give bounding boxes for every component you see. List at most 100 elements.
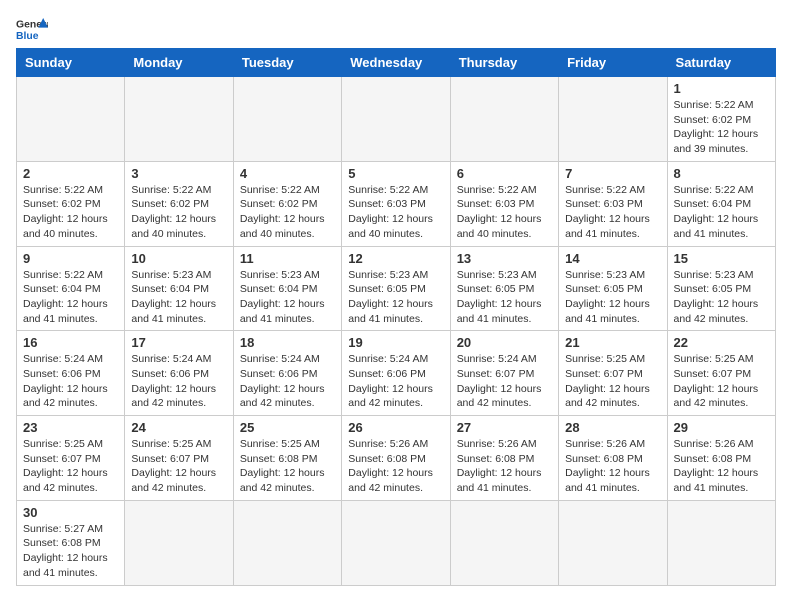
header-sunday: Sunday [17,49,125,77]
day-cell: 19 Sunrise: 5:24 AM Sunset: 6:06 PM Dayli… [342,331,450,416]
calendar-header-row: SundayMondayTuesdayWednesdayThursdayFrid… [17,49,776,77]
header-tuesday: Tuesday [233,49,341,77]
page-header: General Blue [16,16,776,44]
day-number: 29 [674,420,769,435]
day-cell: 7Sunrise: 5:22 AM Sunset: 6:03 PM Daylig… [559,161,667,246]
day-info: Sunrise: 5:25 AM Sunset: 6:07 PM Dayligh… [674,352,769,411]
day-cell: 3 Sunrise: 5:22 AM Sunset: 6:02 PM Daylig… [125,161,233,246]
day-number: 4 [240,166,335,181]
day-cell [450,77,558,162]
day-number: 16 [23,335,118,350]
day-number: 26 [348,420,443,435]
day-number: 14 [565,251,660,266]
header-friday: Friday [559,49,667,77]
day-cell: 21 Sunrise: 5:25 AM Sunset: 6:07 PM Dayli… [559,331,667,416]
day-info: Sunrise: 5:25 AM Sunset: 6:08 PM Dayligh… [240,437,335,496]
day-number: 11 [240,251,335,266]
day-cell: 30Sunrise: 5:27 AM Sunset: 6:08 PM Dayli… [17,500,125,585]
day-cell: 20 Sunrise: 5:24 AM Sunset: 6:07 PM Dayli… [450,331,558,416]
day-cell [342,77,450,162]
day-number: 5 [348,166,443,181]
day-cell: 13Sunrise: 5:23 AM Sunset: 6:05 PM Dayli… [450,246,558,331]
day-number: 2 [23,166,118,181]
day-info: Sunrise: 5:26 AM Sunset: 6:08 PM Dayligh… [457,437,552,496]
header-monday: Monday [125,49,233,77]
day-cell: 24 Sunrise: 5:25 AM Sunset: 6:07 PM Dayli… [125,416,233,501]
day-cell: 18 Sunrise: 5:24 AM Sunset: 6:06 PM Dayli… [233,331,341,416]
day-cell: 22Sunrise: 5:25 AM Sunset: 6:07 PM Dayli… [667,331,775,416]
day-info: Sunrise: 5:22 AM Sunset: 6:04 PM Dayligh… [23,268,118,327]
day-cell [125,77,233,162]
day-cell [450,500,558,585]
day-cell [233,77,341,162]
week-row-4: 23Sunrise: 5:25 AM Sunset: 6:07 PM Dayli… [17,416,776,501]
day-cell: 10Sunrise: 5:23 AM Sunset: 6:04 PM Dayli… [125,246,233,331]
day-cell: 14 Sunrise: 5:23 AM Sunset: 6:05 PM Dayli… [559,246,667,331]
day-cell: 25Sunrise: 5:25 AM Sunset: 6:08 PM Dayli… [233,416,341,501]
day-cell: 28 Sunrise: 5:26 AM Sunset: 6:08 PM Dayli… [559,416,667,501]
day-cell: 12 Sunrise: 5:23 AM Sunset: 6:05 PM Dayli… [342,246,450,331]
day-number: 15 [674,251,769,266]
day-info: Sunrise: 5:22 AM Sunset: 6:02 PM Dayligh… [23,183,118,242]
day-info: Sunrise: 5:22 AM Sunset: 6:03 PM Dayligh… [457,183,552,242]
day-info: Sunrise: 5:24 AM Sunset: 6:06 PM Dayligh… [348,352,443,411]
day-cell: 15 Sunrise: 5:23 AM Sunset: 6:05 PM Dayli… [667,246,775,331]
day-info: Sunrise: 5:22 AM Sunset: 6:02 PM Dayligh… [674,98,769,157]
day-number: 28 [565,420,660,435]
day-cell [233,500,341,585]
header-wednesday: Wednesday [342,49,450,77]
svg-text:Blue: Blue [16,31,39,42]
week-row-2: 9 Sunrise: 5:22 AM Sunset: 6:04 PM Daylig… [17,246,776,331]
day-info: Sunrise: 5:23 AM Sunset: 6:05 PM Dayligh… [674,268,769,327]
day-number: 24 [131,420,226,435]
day-cell [559,500,667,585]
day-info: Sunrise: 5:24 AM Sunset: 6:06 PM Dayligh… [240,352,335,411]
day-cell [17,77,125,162]
day-number: 20 [457,335,552,350]
day-number: 9 [23,251,118,266]
week-row-3: 16 Sunrise: 5:24 AM Sunset: 6:06 PM Dayli… [17,331,776,416]
day-info: Sunrise: 5:25 AM Sunset: 6:07 PM Dayligh… [131,437,226,496]
header-thursday: Thursday [450,49,558,77]
day-number: 18 [240,335,335,350]
day-cell: 4Sunrise: 5:22 AM Sunset: 6:02 PM Daylig… [233,161,341,246]
day-cell [342,500,450,585]
day-cell: 27 Sunrise: 5:26 AM Sunset: 6:08 PM Dayli… [450,416,558,501]
day-cell: 9 Sunrise: 5:22 AM Sunset: 6:04 PM Daylig… [17,246,125,331]
day-info: Sunrise: 5:23 AM Sunset: 6:05 PM Dayligh… [348,268,443,327]
day-info: Sunrise: 5:26 AM Sunset: 6:08 PM Dayligh… [565,437,660,496]
day-number: 8 [674,166,769,181]
day-number: 3 [131,166,226,181]
logo: General Blue [16,16,48,44]
day-cell: 5Sunrise: 5:22 AM Sunset: 6:03 PM Daylig… [342,161,450,246]
day-info: Sunrise: 5:24 AM Sunset: 6:07 PM Dayligh… [457,352,552,411]
day-info: Sunrise: 5:25 AM Sunset: 6:07 PM Dayligh… [565,352,660,411]
day-number: 27 [457,420,552,435]
day-cell: 11 Sunrise: 5:23 AM Sunset: 6:04 PM Dayli… [233,246,341,331]
day-number: 10 [131,251,226,266]
day-info: Sunrise: 5:22 AM Sunset: 6:02 PM Dayligh… [131,183,226,242]
day-info: Sunrise: 5:23 AM Sunset: 6:05 PM Dayligh… [565,268,660,327]
week-row-0: 1 Sunrise: 5:22 AM Sunset: 6:02 PM Daylig… [17,77,776,162]
day-cell: 16 Sunrise: 5:24 AM Sunset: 6:06 PM Dayli… [17,331,125,416]
day-cell: 6 Sunrise: 5:22 AM Sunset: 6:03 PM Daylig… [450,161,558,246]
day-cell: 17 Sunrise: 5:24 AM Sunset: 6:06 PM Dayli… [125,331,233,416]
day-cell [667,500,775,585]
day-info: Sunrise: 5:23 AM Sunset: 6:04 PM Dayligh… [240,268,335,327]
day-number: 21 [565,335,660,350]
day-number: 6 [457,166,552,181]
day-number: 13 [457,251,552,266]
day-cell: 2 Sunrise: 5:22 AM Sunset: 6:02 PM Daylig… [17,161,125,246]
day-info: Sunrise: 5:24 AM Sunset: 6:06 PM Dayligh… [131,352,226,411]
calendar-table: SundayMondayTuesdayWednesdayThursdayFrid… [16,48,776,586]
day-number: 1 [674,81,769,96]
header-saturday: Saturday [667,49,775,77]
day-number: 19 [348,335,443,350]
day-cell: 8Sunrise: 5:22 AM Sunset: 6:04 PM Daylig… [667,161,775,246]
day-number: 12 [348,251,443,266]
day-number: 17 [131,335,226,350]
day-info: Sunrise: 5:24 AM Sunset: 6:06 PM Dayligh… [23,352,118,411]
day-cell: 26 Sunrise: 5:26 AM Sunset: 6:08 PM Dayli… [342,416,450,501]
day-number: 7 [565,166,660,181]
day-info: Sunrise: 5:26 AM Sunset: 6:08 PM Dayligh… [348,437,443,496]
